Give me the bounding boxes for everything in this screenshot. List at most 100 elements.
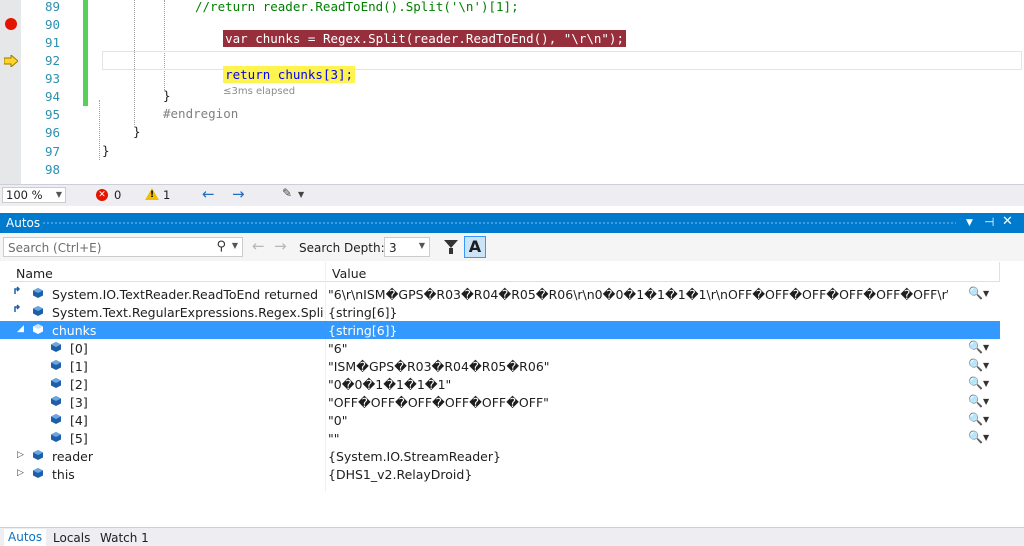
row-value[interactable]: "": [328, 431, 948, 446]
search-icon[interactable]: ⚲: [216, 239, 226, 254]
indent-guide: [99, 100, 100, 160]
column-header-name[interactable]: Name: [10, 262, 326, 282]
row-value[interactable]: "6": [328, 341, 948, 356]
return-value-icon: [14, 286, 21, 294]
tool-window-tabs: Autos Locals Watch 1: [0, 527, 1024, 546]
row-value[interactable]: "OFF�OFF�OFF�OFF�OFF�OFF": [328, 395, 948, 410]
code-line-89[interactable]: //return reader.ReadToEnd().Split('\n')[…: [195, 0, 519, 14]
autos-grid[interactable]: Name Value System.IO.TextReader.ReadToEn…: [0, 262, 1024, 527]
collapse-icon[interactable]: ◢: [17, 324, 24, 334]
search-placeholder: Search (Ctrl+E): [8, 241, 102, 255]
text-visualizer-icon[interactable]: 🔍▼: [968, 358, 989, 372]
autos-title: Autos: [6, 216, 41, 230]
current-statement[interactable]: return chunks[3];: [223, 66, 356, 83]
arrow-right-icon[interactable]: →: [232, 185, 245, 203]
tab-locals[interactable]: Locals: [53, 531, 90, 545]
text-visualizer-icon[interactable]: 🔍▼: [968, 286, 989, 300]
instruction-pointer-icon: [4, 55, 18, 67]
search-backward-icon[interactable]: ←: [252, 237, 265, 255]
search-depth-value: 3: [389, 241, 397, 255]
text-visualizer-icon[interactable]: 🔍▼: [968, 376, 989, 390]
chevron-down-icon: ▼: [418, 241, 425, 250]
text-visualizer-icon[interactable]: 🔍▼: [968, 412, 989, 426]
warning-count[interactable]: 1: [163, 188, 170, 202]
column-header-value[interactable]: Value: [326, 262, 1000, 282]
row-value[interactable]: {string[6]}: [328, 305, 948, 320]
code-line-96[interactable]: }: [133, 124, 141, 139]
code-line-97[interactable]: }: [102, 143, 110, 158]
object-icon: [51, 342, 61, 352]
autos-title-bar[interactable]: Autos ▼ ⊣ ✕: [0, 213, 1024, 233]
code-editor[interactable]: 89 90 91 92 93 94 95 96 97 98 //return r…: [0, 0, 1024, 184]
chevron-down-icon[interactable]: ▼: [298, 190, 304, 199]
pin-icon[interactable]: ⊣: [984, 215, 994, 229]
search-depth-combobox[interactable]: 3 ▼: [384, 237, 430, 257]
zoom-combobox[interactable]: 100 % ▼: [2, 187, 66, 203]
return-value-icon: [14, 304, 21, 312]
row-name: [4]: [70, 413, 88, 428]
zoom-value: 100 %: [6, 188, 43, 202]
text-visualizer-icon[interactable]: 🔍▼: [968, 430, 989, 444]
table-row[interactable]: [3] "OFF�OFF�OFF�OFF�OFF�OFF" 🔍▼: [0, 393, 1000, 411]
table-row[interactable]: [4] "0" 🔍▼: [0, 411, 1000, 429]
row-name: System.Text.RegularExpressions.Regex.Spl…: [52, 305, 324, 320]
perf-tip[interactable]: ≤3ms elapsed: [223, 86, 295, 97]
warning-icon[interactable]: !: [145, 188, 159, 200]
close-icon[interactable]: ✕: [1002, 214, 1013, 229]
arrow-left-icon[interactable]: ←: [202, 185, 215, 203]
editor-status-bar: 100 % ▼ ✕ 0 ! 1 ← → ✎ ▼: [0, 184, 1024, 206]
search-forward-icon[interactable]: →: [274, 237, 287, 255]
table-row[interactable]: [0] "6" 🔍▼: [0, 339, 1000, 357]
search-input[interactable]: Search (Ctrl+E) ⚲ ▼: [3, 237, 243, 257]
breakpoint-statement[interactable]: var chunks = Regex.Split(reader.ReadToEn…: [223, 30, 626, 47]
row-name: [3]: [70, 395, 88, 410]
brush-icon[interactable]: ✎: [282, 186, 292, 200]
object-icon: [51, 396, 61, 406]
window-position-icon[interactable]: ▼: [966, 218, 973, 228]
object-icon: [51, 360, 61, 370]
expand-icon[interactable]: ▷: [17, 468, 24, 478]
row-value[interactable]: "0�0�1�1�1�1": [328, 377, 948, 392]
text-visualizer-icon[interactable]: 🔍▼: [968, 340, 989, 354]
code-line-92[interactable]: return chunks[3]; ≤3ms elapsed: [193, 52, 356, 112]
row-name: [2]: [70, 377, 88, 392]
tab-watch-1[interactable]: Watch 1: [100, 531, 149, 545]
code-line-95[interactable]: #endregion: [163, 106, 238, 121]
row-value[interactable]: "6\r\nISM�GPS�R03�R04�R05�R06\r\n0�0�1�1…: [328, 287, 948, 302]
chevron-down-icon[interactable]: ▼: [232, 241, 238, 250]
current-statement-text: return chunks[3];: [225, 67, 354, 82]
case-sensitive-button[interactable]: A: [464, 236, 486, 258]
expand-icon[interactable]: ▷: [17, 450, 24, 460]
line-number: 97: [44, 144, 60, 159]
tab-autos[interactable]: Autos: [4, 529, 47, 546]
breakpoint-icon[interactable]: [5, 18, 17, 30]
table-row[interactable]: ▷ reader {System.IO.StreamReader}: [0, 447, 1000, 465]
row-name: this: [52, 467, 75, 482]
row-value[interactable]: {System.IO.StreamReader}: [328, 449, 948, 464]
object-icon: [51, 432, 61, 442]
table-row[interactable]: [2] "0�0�1�1�1�1" 🔍▼: [0, 375, 1000, 393]
line-number: 93: [44, 71, 60, 86]
row-value[interactable]: "0": [328, 413, 948, 428]
table-row[interactable]: System.Text.RegularExpressions.Regex.Spl…: [0, 303, 1000, 321]
table-row-selected[interactable]: ◢ chunks {string[6]}: [0, 321, 1000, 339]
object-icon: [33, 450, 43, 460]
error-icon[interactable]: ✕: [96, 189, 108, 201]
row-value[interactable]: {DHS1_v2.RelayDroid}: [328, 467, 948, 482]
row-value[interactable]: "ISM�GPS�R03�R04�R05�R06": [328, 359, 948, 374]
filter-icon[interactable]: [444, 240, 458, 254]
table-row[interactable]: System.IO.TextReader.ReadToEnd returned …: [0, 285, 1000, 303]
row-value[interactable]: {string[6]}: [328, 323, 948, 338]
text-visualizer-icon[interactable]: 🔍▼: [968, 394, 989, 408]
object-icon: [51, 378, 61, 388]
object-icon: [51, 414, 61, 424]
table-row[interactable]: ▷ this {DHS1_v2.RelayDroid}: [0, 465, 1000, 483]
table-row[interactable]: [5] "" 🔍▼: [0, 429, 1000, 447]
code-line-94[interactable]: }: [163, 88, 171, 103]
line-number: 91: [44, 35, 60, 50]
table-row[interactable]: [1] "ISM�GPS�R03�R04�R05�R06" 🔍▼: [0, 357, 1000, 375]
row-name: System.IO.TextReader.ReadToEnd returned: [52, 287, 319, 302]
line-number: 94: [44, 89, 60, 104]
indicator-margin[interactable]: [0, 0, 21, 184]
error-count[interactable]: 0: [114, 188, 121, 202]
